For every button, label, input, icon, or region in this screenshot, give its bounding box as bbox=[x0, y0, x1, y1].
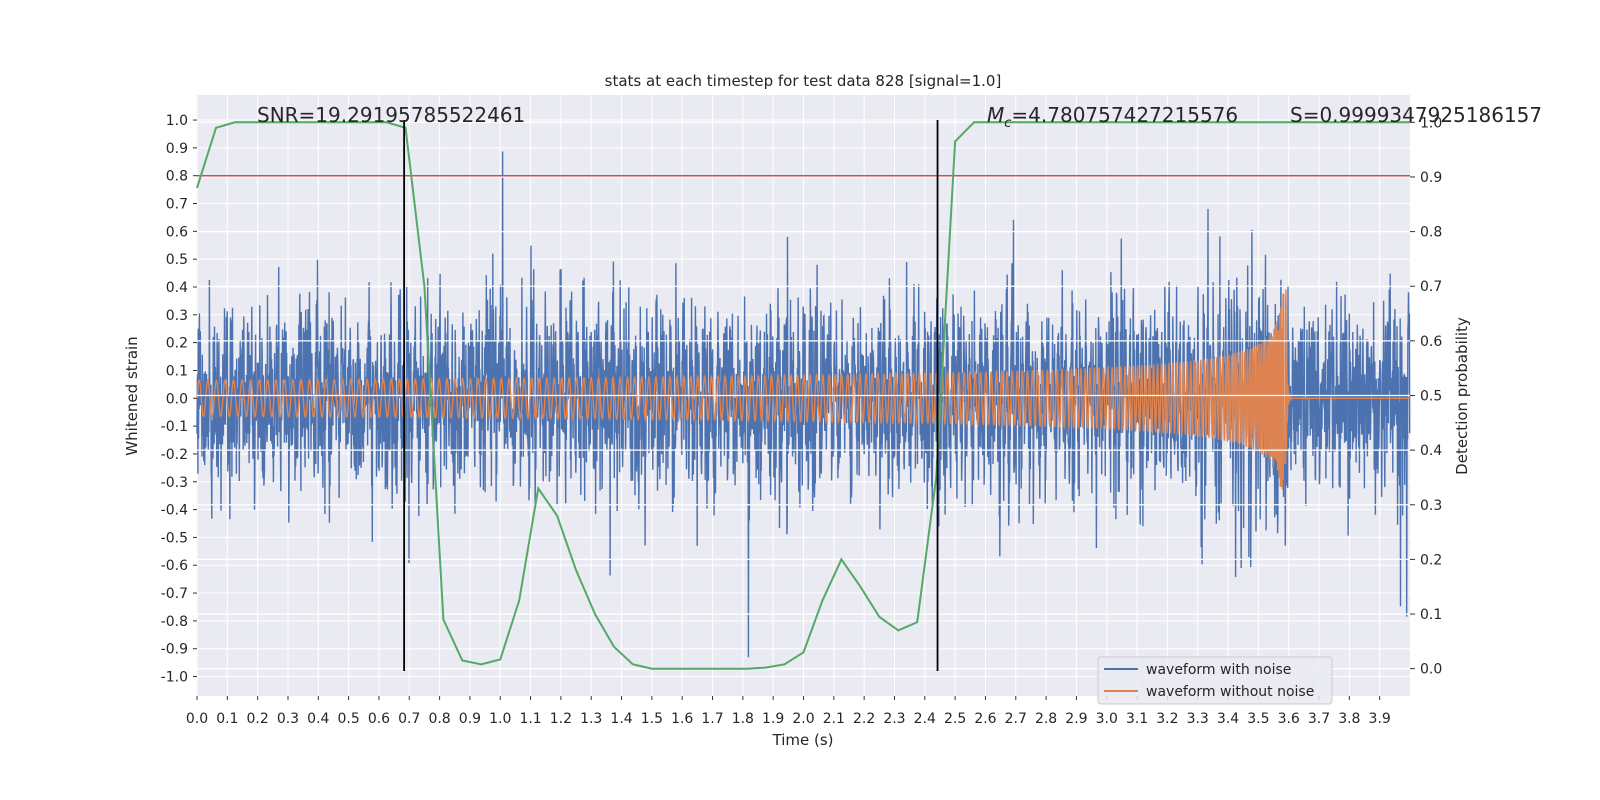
x-tick-label: 1.4 bbox=[610, 711, 632, 727]
y-tick-label: -0.9 bbox=[161, 642, 188, 658]
x-tick-label: 0.6 bbox=[368, 711, 390, 727]
x-tick-label: 1.0 bbox=[489, 711, 511, 727]
x-tick-label: 3.6 bbox=[1278, 711, 1300, 727]
y-tick-label: 0.9 bbox=[166, 141, 188, 157]
chart-title: stats at each timestep for test data 828… bbox=[605, 72, 1002, 90]
x-tick-label: 3.9 bbox=[1369, 711, 1391, 727]
x-tick-label: 1.6 bbox=[671, 711, 693, 727]
y-tick-label: -0.6 bbox=[161, 558, 188, 574]
x-tick-label: 3.0 bbox=[1096, 711, 1118, 727]
y-tick-label-right: 0.8 bbox=[1420, 225, 1442, 241]
chirp-mass-annotation: Mc=4.780757427215576 bbox=[987, 103, 1238, 131]
x-tick-label: 3.2 bbox=[1156, 711, 1178, 727]
x-tick-label: 3.4 bbox=[1217, 711, 1239, 727]
x-tick-label: 1.7 bbox=[701, 711, 723, 727]
s-annotation: S=0.9999347925186157 bbox=[1290, 103, 1542, 127]
x-tick-label: 1.3 bbox=[580, 711, 602, 727]
x-tick-label: 2.5 bbox=[944, 711, 966, 727]
x-tick-label: 2.2 bbox=[853, 711, 875, 727]
legend-label-noise: waveform with noise bbox=[1146, 662, 1291, 678]
y-tick-label: 0.8 bbox=[166, 169, 188, 185]
y-tick-label: -0.8 bbox=[161, 614, 188, 630]
y-tick-label: 0.2 bbox=[166, 336, 188, 352]
y-tick-label: -0.5 bbox=[161, 530, 188, 546]
x-tick-label: 1.5 bbox=[641, 711, 663, 727]
y-tick-label-right: 0.2 bbox=[1420, 552, 1442, 568]
x-tick-label: 0.4 bbox=[307, 711, 329, 727]
y-ticks-left: 1.0 0.9 0.8 0.7 0.6 0.5 0.4 0.3 0.2 0.1 0.0 -0.1 -0.… bbox=[161, 113, 197, 686]
y-tick-label-right: 0.9 bbox=[1420, 170, 1442, 186]
y-tick-label: 0.1 bbox=[166, 363, 188, 379]
x-tick-label: 3.3 bbox=[1187, 711, 1209, 727]
y-tick-label: -0.2 bbox=[161, 447, 188, 463]
y-tick-label-right: 0.7 bbox=[1420, 279, 1442, 295]
x-tick-label: 3.5 bbox=[1247, 711, 1269, 727]
y-tick-label: -0.4 bbox=[161, 503, 188, 519]
y-axis-label-left: Whitened strain bbox=[123, 336, 141, 455]
x-tick-label: 3.7 bbox=[1308, 711, 1330, 727]
y-tick-label-right: 0.3 bbox=[1420, 498, 1442, 514]
y-tick-label: -0.3 bbox=[161, 475, 188, 491]
x-tick-label: 0.0 bbox=[186, 711, 208, 727]
x-tick-label: 0.3 bbox=[277, 711, 299, 727]
y-tick-label: 0.0 bbox=[166, 391, 188, 407]
x-tick-label: 0.9 bbox=[459, 711, 481, 727]
x-tick-label: 0.2 bbox=[247, 711, 269, 727]
y-tick-label: -0.7 bbox=[161, 586, 188, 602]
y-tick-label: 0.6 bbox=[166, 224, 188, 240]
snr-annotation: SNR=19.29195785522461 bbox=[257, 103, 525, 127]
x-tick-label: 3.1 bbox=[1126, 711, 1148, 727]
y-tick-label: 1.0 bbox=[166, 113, 188, 129]
x-tick-label: 0.1 bbox=[216, 711, 238, 727]
y-tick-label-right: 0.4 bbox=[1420, 443, 1442, 459]
legend: waveform with noise waveform without noi… bbox=[1097, 656, 1333, 705]
x-tick-label: 0.7 bbox=[398, 711, 420, 727]
y-tick-label: 0.4 bbox=[166, 280, 188, 296]
x-axis-label: Time (s) bbox=[772, 731, 834, 749]
x-tick-label: 1.2 bbox=[550, 711, 572, 727]
y-tick-label-right: 0.0 bbox=[1420, 662, 1442, 678]
x-tick-label: 1.9 bbox=[762, 711, 784, 727]
x-tick-label: 2.7 bbox=[1005, 711, 1027, 727]
y-tick-label-right: 0.1 bbox=[1420, 607, 1442, 623]
x-tick-label: 2.1 bbox=[823, 711, 845, 727]
y-tick-label: -1.0 bbox=[161, 670, 188, 686]
x-tick-label: 1.8 bbox=[732, 711, 754, 727]
y-tick-label: 0.3 bbox=[166, 308, 188, 324]
legend-label-clean: waveform without noise bbox=[1146, 684, 1314, 700]
x-tick-label: 2.3 bbox=[883, 711, 905, 727]
x-tick-label: 0.8 bbox=[428, 711, 450, 727]
y-ticks-right: 1.00.90.80.70.60.50.40.30.20.10.0 bbox=[1410, 115, 1442, 678]
x-tick-label: 2.9 bbox=[1065, 711, 1087, 727]
x-tick-label: 2.4 bbox=[914, 711, 936, 727]
y-axis-label-right: Detection probability bbox=[1453, 317, 1471, 475]
x-tick-label: 0.5 bbox=[337, 711, 359, 727]
x-tick-label: 2.6 bbox=[974, 711, 996, 727]
y-tick-label: -0.1 bbox=[161, 419, 188, 435]
y-tick-label: 0.5 bbox=[166, 252, 188, 268]
x-tick-label: 2.0 bbox=[792, 711, 814, 727]
x-tick-label: 1.1 bbox=[519, 711, 541, 727]
y-tick-label-right: 0.5 bbox=[1420, 389, 1442, 405]
y-tick-label: 0.7 bbox=[166, 197, 188, 213]
y-tick-label-right: 0.6 bbox=[1420, 334, 1442, 350]
chart: stats at each timestep for test data 828… bbox=[123, 72, 1542, 749]
x-tick-label: 2.8 bbox=[1035, 711, 1057, 727]
x-tick-label: 3.8 bbox=[1338, 711, 1360, 727]
